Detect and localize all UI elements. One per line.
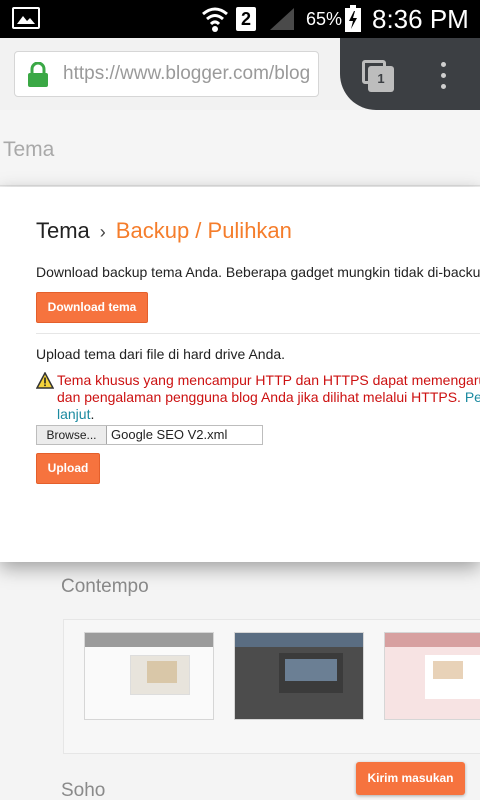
mixed-content-warning: Tema khusus yang mencampur HTTP dan HTTP… xyxy=(57,372,480,423)
browser-toolbar-dark-area xyxy=(340,38,480,110)
selected-file-name: Google SEO V2.xml xyxy=(111,427,228,442)
backup-restore-dialog: Tema › Backup / Pulihkan Download backup t… xyxy=(0,187,480,562)
warning-icon xyxy=(36,372,54,389)
battery-charging-icon xyxy=(345,5,361,32)
template-thumbnail[interactable] xyxy=(234,632,364,720)
upload-description: Upload tema dari file di hard drive Anda… xyxy=(36,346,286,362)
gallery-notification-icon xyxy=(12,7,40,29)
warning-line: dan pengalaman pengguna blog Anda jika d… xyxy=(57,389,480,406)
wifi-icon xyxy=(202,7,228,32)
tab-count: 1 xyxy=(368,66,394,92)
overflow-menu-button[interactable] xyxy=(436,62,450,92)
browse-button[interactable]: Browse... xyxy=(37,426,107,444)
breadcrumb-separator: › xyxy=(99,222,106,242)
template-thumbnail[interactable] xyxy=(384,632,480,720)
breadcrumb-current: Backup / Pulihkan xyxy=(115,218,292,243)
download-description: Download backup tema Anda. Beberapa gadg… xyxy=(36,264,480,280)
clock: 8:36 PM xyxy=(372,4,469,34)
template-thumbnail[interactable] xyxy=(84,632,214,720)
browser-toolbar: https://www.blogger.com/blog 1 xyxy=(0,38,480,110)
breadcrumb: Tema › Backup / Pulihkan xyxy=(36,218,292,244)
menu-dot-icon xyxy=(440,73,446,78)
template-section-contempo: Contempo xyxy=(61,576,149,597)
learn-more-link[interactable]: Pelajari xyxy=(465,389,480,405)
menu-dot-icon xyxy=(440,84,446,89)
sim-slot-icon: 2 xyxy=(236,7,256,31)
send-feedback-button[interactable]: Kirim masukan xyxy=(356,762,465,795)
section-divider xyxy=(36,333,480,334)
learn-more-link-continued[interactable]: lanjut xyxy=(57,406,90,422)
warning-line: Tema khusus yang mencampur HTTP dan HTTP… xyxy=(57,372,480,388)
template-thumbnail-row xyxy=(63,619,480,754)
page-title: Tema xyxy=(3,138,55,161)
template-section-soho: Soho xyxy=(61,780,106,800)
status-bar: 2 65% 8:36 PM xyxy=(0,0,480,38)
battery-percent: 65% xyxy=(306,9,343,29)
file-upload-field[interactable]: Browse... Google SEO V2.xml xyxy=(36,425,263,445)
tab-switcher-button[interactable]: 1 xyxy=(362,60,394,92)
signal-icon xyxy=(270,8,294,30)
warning-line: lanjut. xyxy=(57,406,95,422)
breadcrumb-parent[interactable]: Tema xyxy=(36,218,90,243)
upload-button[interactable]: Upload xyxy=(36,453,100,484)
url-text[interactable]: https://www.blogger.com/blog xyxy=(63,63,310,85)
address-bar[interactable]: https://www.blogger.com/blog xyxy=(14,51,319,97)
menu-dot-icon xyxy=(440,62,446,67)
page-header: Tema xyxy=(0,110,480,186)
download-theme-button[interactable]: Download tema xyxy=(36,292,148,323)
lock-icon xyxy=(28,62,48,87)
